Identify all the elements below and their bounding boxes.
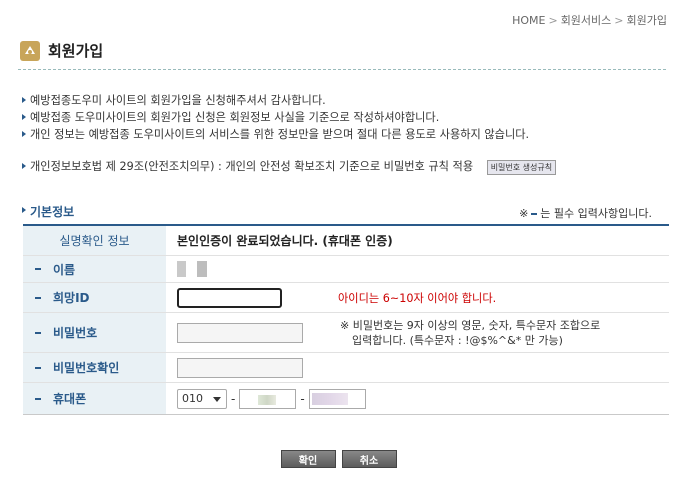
auth-label: 실명확인 정보	[23, 226, 166, 255]
id-hint: 아이디는 6~10자 이어야 합니다.	[338, 292, 497, 305]
form-buttons: 확인 취소	[0, 450, 677, 468]
password-hint: ※ 비밀번호는 9자 이상의 영문, 숫자, 특수문자 조합으로 입력합니다. …	[340, 318, 650, 348]
member-icon	[20, 40, 40, 61]
page-title: 회원가입	[48, 42, 104, 60]
signup-form: 실명확인 정보 본인인증이 완료되었습니다. (휴대폰 인증) 이름 희망ID …	[23, 224, 669, 415]
password-rule-button[interactable]: 비밀번호 생성규칙	[486, 159, 557, 175]
password-confirm-label: 비밀번호확인	[53, 361, 120, 375]
phone-middle-input[interactable]	[239, 388, 297, 409]
notice-item: 예방접종 도우미사이트의 회원가입 신청은 회원정보 사실을 기준으로 작성하셔…	[22, 109, 662, 126]
breadcrumb-member-service[interactable]: 회원서비스	[561, 14, 612, 27]
phone-prefix-value: 010	[182, 392, 203, 405]
form-row-phone: 휴대폰 010 - -	[23, 383, 669, 414]
id-label: 희망ID	[53, 291, 90, 305]
phone-label: 휴대폰	[53, 392, 87, 406]
form-row-auth: 실명확인 정보 본인인증이 완료되었습니다. (휴대폰 인증)	[23, 226, 669, 256]
form-row-password-confirm: 비밀번호확인	[23, 353, 669, 383]
phone-separator: -	[231, 391, 236, 406]
password-hint-line1: ※ 비밀번호는 9자 이상의 영문, 숫자, 특수문자 조합으로	[340, 319, 601, 332]
phone-prefix-select[interactable]: 010	[177, 388, 227, 409]
page-header: 회원가입	[20, 40, 103, 61]
required-mark-icon	[35, 397, 41, 400]
breadcrumb-separator: >	[548, 14, 558, 27]
notice-list: 예방접종도우미 사이트의 회원가입을 신청해주셔서 감사합니다. 예방접종 도우…	[22, 92, 662, 143]
name-value-redacted	[177, 261, 207, 277]
notice-item: 개인 정보는 예방접종 도우미사이트의 서비스를 위한 정보만을 받으며 절대 …	[22, 126, 662, 143]
privacy-law-notice: 개인정보보호법 제 29조(안전조치의무) : 개인의 안전성 확보조치 기준으…	[22, 158, 557, 175]
title-divider	[18, 69, 666, 70]
phone-last-input[interactable]	[308, 388, 366, 409]
auth-status: 본인인증이 완료되었습니다. (휴대폰 인증)	[177, 234, 393, 248]
required-mark-icon	[35, 296, 41, 299]
password-confirm-input[interactable]	[177, 357, 303, 378]
form-row-name: 이름	[23, 256, 669, 283]
required-mark-icon	[35, 331, 41, 334]
section-title: 기본정보	[22, 203, 74, 220]
required-note-prefix: ※	[519, 207, 529, 220]
required-mark-icon	[35, 366, 41, 369]
redacted-value	[311, 392, 348, 405]
required-mark-icon	[35, 268, 41, 270]
required-note-text: 는 필수 입력사항입니다.	[540, 207, 652, 220]
breadcrumb-separator: >	[614, 14, 624, 27]
form-row-password: 비밀번호 ※ 비밀번호는 9자 이상의 영문, 숫자, 특수문자 조합으로 입력…	[23, 313, 669, 353]
phone-separator: -	[300, 391, 305, 406]
required-mark-icon	[531, 213, 538, 215]
breadcrumb-signup: 회원가입	[626, 14, 667, 27]
breadcrumb-home[interactable]: HOME	[512, 14, 545, 27]
notice-item: 예방접종도우미 사이트의 회원가입을 신청해주셔서 감사합니다.	[22, 92, 662, 109]
cancel-button[interactable]: 취소	[341, 450, 397, 468]
required-note: ※ 는 필수 입력사항입니다.	[519, 205, 652, 221]
confirm-button[interactable]: 확인	[280, 450, 336, 468]
password-label: 비밀번호	[53, 326, 98, 340]
breadcrumb: HOME > 회원서비스 > 회원가입	[512, 12, 667, 28]
privacy-law-text: 개인정보보호법 제 29조(안전조치의무) : 개인의 안전성 확보조치 기준으…	[30, 160, 474, 173]
redacted-value	[258, 394, 277, 405]
name-label: 이름	[53, 262, 76, 277]
password-input[interactable]	[177, 322, 303, 343]
password-hint-line2: 입력합니다. (특수문자 : !@$%^&* 만 가능)	[352, 334, 563, 347]
form-row-id: 희망ID 아이디는 6~10자 이어야 합니다.	[23, 283, 669, 313]
id-input[interactable]	[177, 287, 282, 308]
